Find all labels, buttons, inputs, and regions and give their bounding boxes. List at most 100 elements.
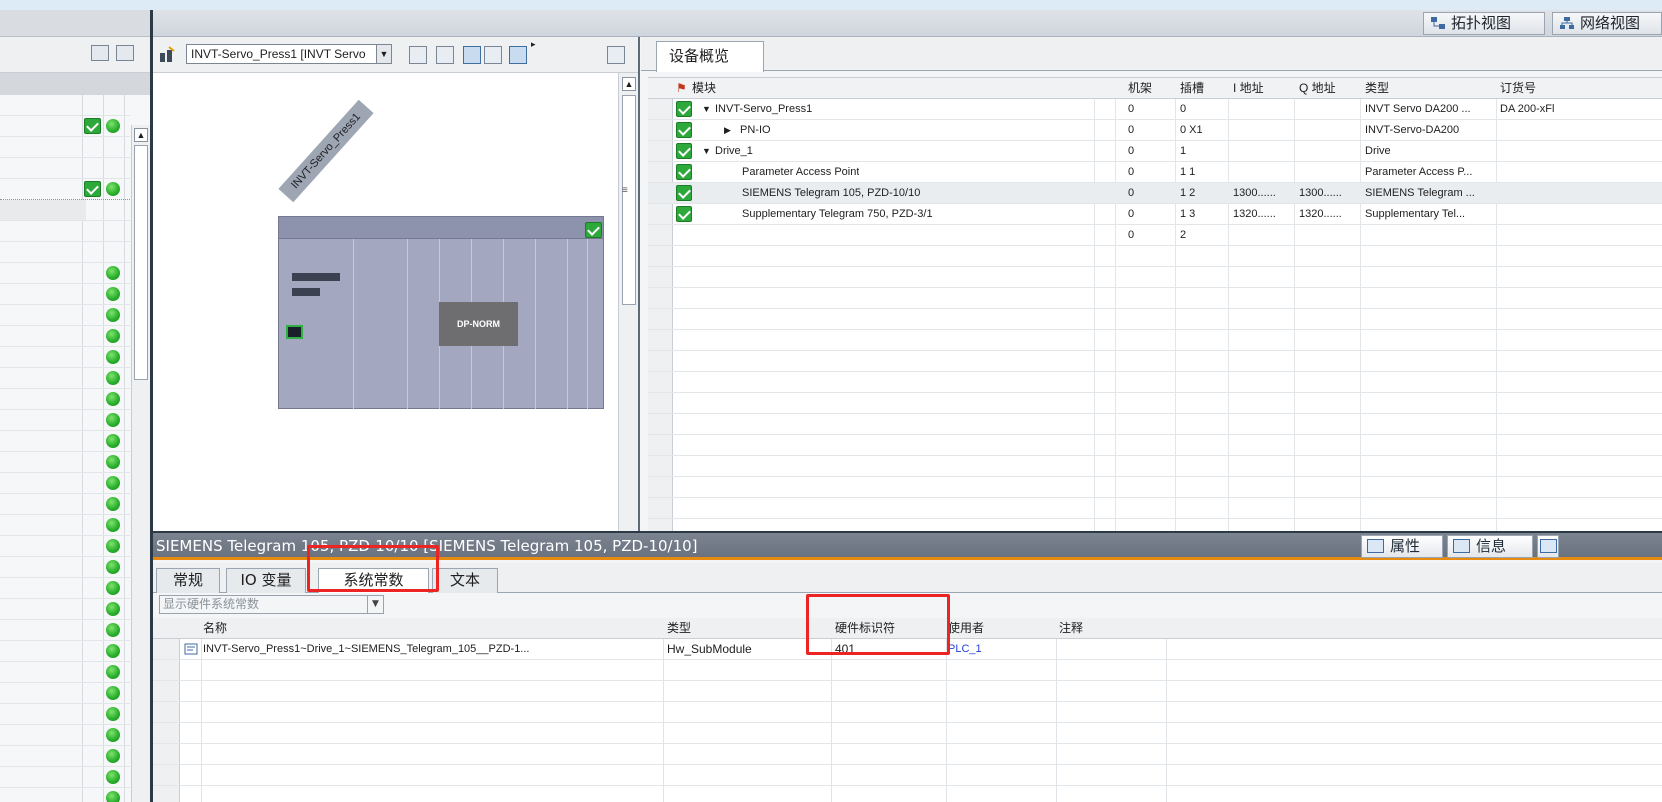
cell-slot[interactable]: 1	[1180, 141, 1186, 162]
cell-type[interactable]: INVT Servo DA200 ...	[1365, 99, 1471, 120]
device-graphic-canvas[interactable]: INVT-Servo_Press1 DP-NORM ▲ ≡	[153, 73, 638, 531]
status-row[interactable]	[0, 242, 130, 263]
tab-general[interactable]: 常规	[156, 568, 220, 593]
cell-type[interactable]: Drive	[1365, 141, 1391, 162]
canvas-scrollbar[interactable]: ▲ ≡	[618, 73, 638, 531]
status-row[interactable]	[0, 683, 130, 704]
cell-module[interactable]: Supplementary Telegram 750, PZD-3/1	[742, 204, 933, 225]
status-row[interactable]	[0, 746, 130, 767]
tab-io-tags[interactable]: IO 变量	[226, 568, 306, 593]
status-row[interactable]	[0, 704, 130, 725]
constant-used-by-link[interactable]: PLC_1	[948, 639, 982, 660]
tab-info[interactable]: 信息	[1447, 535, 1533, 558]
status-row[interactable]	[0, 305, 130, 326]
cell-i-address[interactable]: 1320......	[1233, 204, 1276, 225]
cell-rack[interactable]: 0	[1128, 99, 1134, 120]
status-row[interactable]	[0, 158, 130, 179]
table-row[interactable]: ▼ INVT-Servo_Press1 0 0 INVT Servo DA200 ...…	[648, 99, 1662, 120]
cell-rack[interactable]: 0	[1128, 225, 1134, 246]
cell-q-address[interactable]: 1300......	[1299, 183, 1342, 204]
grid-icon[interactable]	[484, 46, 502, 64]
chevron-down-icon[interactable]: ▼	[376, 45, 391, 63]
status-row[interactable]	[0, 326, 130, 347]
status-row[interactable]	[0, 410, 130, 431]
column-header-module[interactable]: 模块	[692, 78, 716, 99]
export-icon[interactable]	[116, 45, 134, 61]
constant-type[interactable]: Hw_SubModule	[667, 639, 752, 660]
column-header-used-by[interactable]: 使用者	[948, 618, 984, 639]
zoom-fit-icon[interactable]	[509, 46, 527, 64]
expand-right-icon[interactable]: ▶	[724, 120, 731, 141]
table-row[interactable]: Supplementary Telegram 750, PZD-3/1 0 1 3 1…	[648, 204, 1662, 225]
status-row[interactable]	[0, 557, 130, 578]
module-list-icon[interactable]	[409, 46, 427, 64]
status-row[interactable]	[0, 95, 130, 116]
panel-toggle-icon[interactable]	[607, 46, 625, 64]
table-row[interactable]: ▶ PN-IO 0 0 X1 INVT-Servo-DA200	[648, 120, 1662, 141]
cell-rack[interactable]: 0	[1128, 162, 1134, 183]
status-row[interactable]	[0, 263, 130, 284]
column-header-name[interactable]: 名称	[203, 618, 227, 639]
table-row[interactable]: 02	[648, 225, 1662, 246]
column-header-comment[interactable]: 注释	[1059, 618, 1083, 639]
cell-module[interactable]: Drive_1	[715, 141, 753, 162]
cell-module[interactable]: INVT-Servo_Press1	[715, 99, 812, 120]
tab-properties[interactable]: 属性	[1361, 535, 1443, 558]
status-row[interactable]	[0, 599, 130, 620]
dp-norm-module[interactable]: DP-NORM	[439, 302, 518, 346]
cell-module[interactable]: SIEMENS Telegram 105, PZD-10/10	[742, 183, 920, 204]
scroll-thumb[interactable]	[134, 145, 148, 380]
cell-q-address[interactable]: 1320......	[1299, 204, 1342, 225]
cell-i-address[interactable]: 1300......	[1233, 183, 1276, 204]
scroll-up-icon[interactable]: ▲	[134, 128, 148, 142]
cell-type[interactable]: INVT-Servo-DA200	[1365, 120, 1459, 141]
profinet-port-icon[interactable]	[286, 325, 303, 339]
cell-slot[interactable]: 1 1	[1180, 162, 1195, 183]
left-pane-scrollbar[interactable]: ▲	[131, 125, 150, 802]
column-header-i-address[interactable]: I 地址	[1233, 78, 1264, 99]
cell-slot[interactable]: 2	[1180, 225, 1186, 246]
status-row[interactable]	[0, 137, 130, 158]
status-row[interactable]	[0, 578, 130, 599]
status-row[interactable]	[0, 473, 130, 494]
cell-module[interactable]: PN-IO	[740, 120, 771, 141]
column-header-rack[interactable]: 机架	[1128, 78, 1152, 99]
tab-diagnostics[interactable]	[1537, 535, 1559, 558]
status-row[interactable]	[0, 452, 130, 473]
status-row[interactable]	[0, 767, 130, 788]
cell-type[interactable]: Supplementary Tel...	[1365, 204, 1465, 225]
status-row[interactable]	[0, 284, 130, 305]
status-row[interactable]	[0, 641, 130, 662]
column-header-q-address[interactable]: Q 地址	[1299, 78, 1336, 99]
status-row[interactable]	[0, 536, 130, 557]
status-row[interactable]	[0, 620, 130, 641]
column-header-slot[interactable]: 插槽	[1180, 78, 1204, 99]
constant-name[interactable]: INVT-Servo_Press1~Drive_1~SIEMENS_Telegr…	[203, 639, 529, 660]
filter-icon[interactable]: ⚑	[676, 78, 687, 99]
status-row[interactable]	[0, 389, 130, 410]
status-row[interactable]	[0, 494, 130, 515]
table-row[interactable]: ▼ Drive_1 0 1 Drive	[648, 141, 1662, 162]
cell-rack[interactable]: 0	[1128, 120, 1134, 141]
chevron-down-icon[interactable]: ▼	[367, 596, 383, 613]
expand-down-icon[interactable]: ▼	[702, 141, 711, 162]
cell-order-no[interactable]: DA 200-xFl	[1500, 99, 1554, 120]
cell-slot[interactable]: 1 2	[1180, 183, 1195, 204]
status-row[interactable]	[0, 431, 130, 452]
more-icon[interactable]: ▸	[531, 39, 536, 50]
cell-slot[interactable]: 1 3	[1180, 204, 1195, 225]
status-row[interactable]	[0, 662, 130, 683]
network-view-button[interactable]: 网络视图	[1552, 12, 1662, 35]
cell-type[interactable]: Parameter Access P...	[1365, 162, 1472, 183]
expand-down-icon[interactable]: ▼	[702, 99, 711, 120]
status-row[interactable]	[0, 368, 130, 389]
cell-module[interactable]: Parameter Access Point	[742, 162, 859, 183]
table-view-icon[interactable]	[91, 45, 109, 61]
column-header-type[interactable]: 类型	[667, 618, 691, 639]
device-rack[interactable]: DP-NORM	[278, 216, 604, 409]
table-row[interactable]: Parameter Access Point 0 1 1 Parameter Acce…	[648, 162, 1662, 183]
column-header-order-no[interactable]: 订货号	[1500, 78, 1536, 99]
cell-rack[interactable]: 0	[1128, 204, 1134, 225]
status-row[interactable]	[0, 221, 130, 242]
status-row[interactable]	[0, 116, 130, 137]
